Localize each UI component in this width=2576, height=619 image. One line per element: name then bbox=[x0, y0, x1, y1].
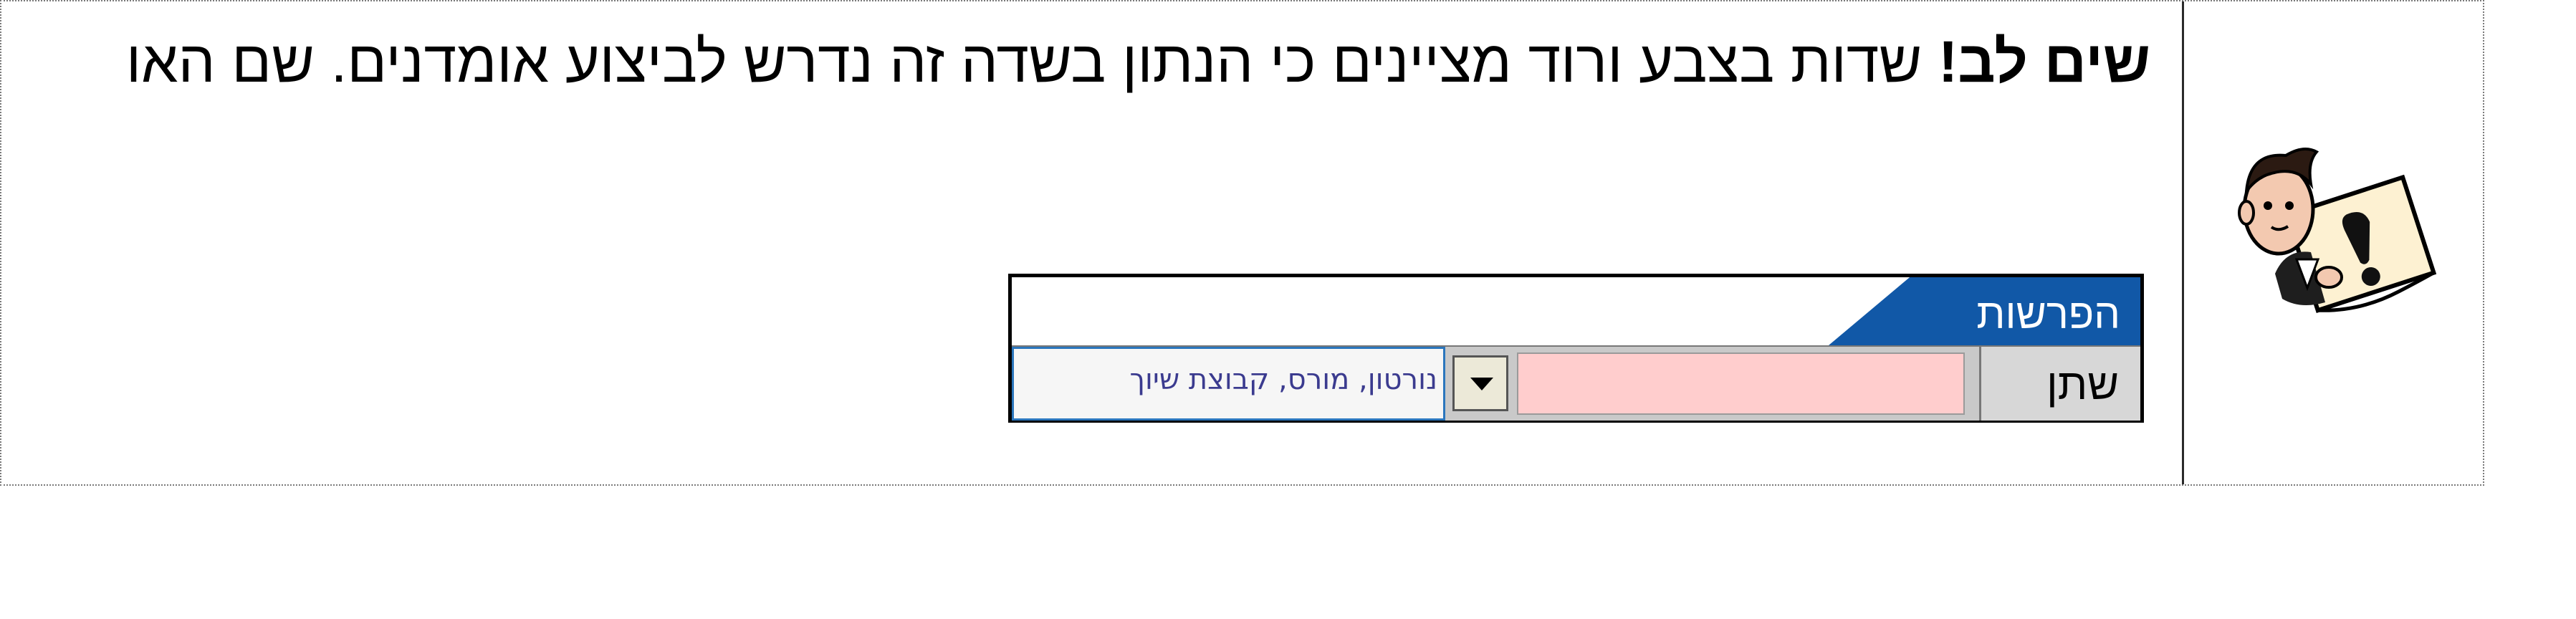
cartoon-exclamation-icon bbox=[2238, 148, 2437, 313]
urine-row: שתן נורטון, מורס, קבוצת שיוך bbox=[1012, 345, 2140, 421]
notice-paragraph: שים לב! שדות בצבע ורוד מציינים כי הנתון … bbox=[126, 33, 2150, 92]
scales-hint-text: נורטון, מורס, קבוצת שיוך bbox=[1129, 363, 1438, 396]
notice-table: שים לב! שדות בצבע ורוד מציינים כי הנתון … bbox=[0, 0, 2484, 486]
urine-select[interactable] bbox=[1445, 347, 1979, 421]
notice-bold-label: שים לב! bbox=[1938, 29, 2150, 95]
icon-cell bbox=[2182, 1, 2483, 484]
dropdown-arrow-icon bbox=[1470, 378, 1493, 390]
scales-hint-box: נורטון, מורס, קבוצת שיוך bbox=[1012, 347, 1445, 421]
widget-header: הפרשות bbox=[1012, 277, 2140, 345]
urine-label-text: שתן bbox=[2046, 360, 2119, 408]
widget-title: הפרשות bbox=[1976, 291, 2120, 337]
notice-body-text: שדות בצבע ורוד מציינים כי הנתון בשדה זה … bbox=[125, 29, 1938, 95]
urine-select-button[interactable] bbox=[1452, 355, 1508, 411]
urine-field-label: שתן bbox=[1979, 347, 2140, 421]
notice-text-cell: שים לב! שדות בצבע ורוד מציינים כי הנתון … bbox=[1, 1, 2182, 484]
secretions-widget: הפרשות שתן נורטון, מורס, קבוצת שיוך bbox=[1008, 274, 2144, 423]
urine-select-value[interactable] bbox=[1517, 352, 1965, 415]
